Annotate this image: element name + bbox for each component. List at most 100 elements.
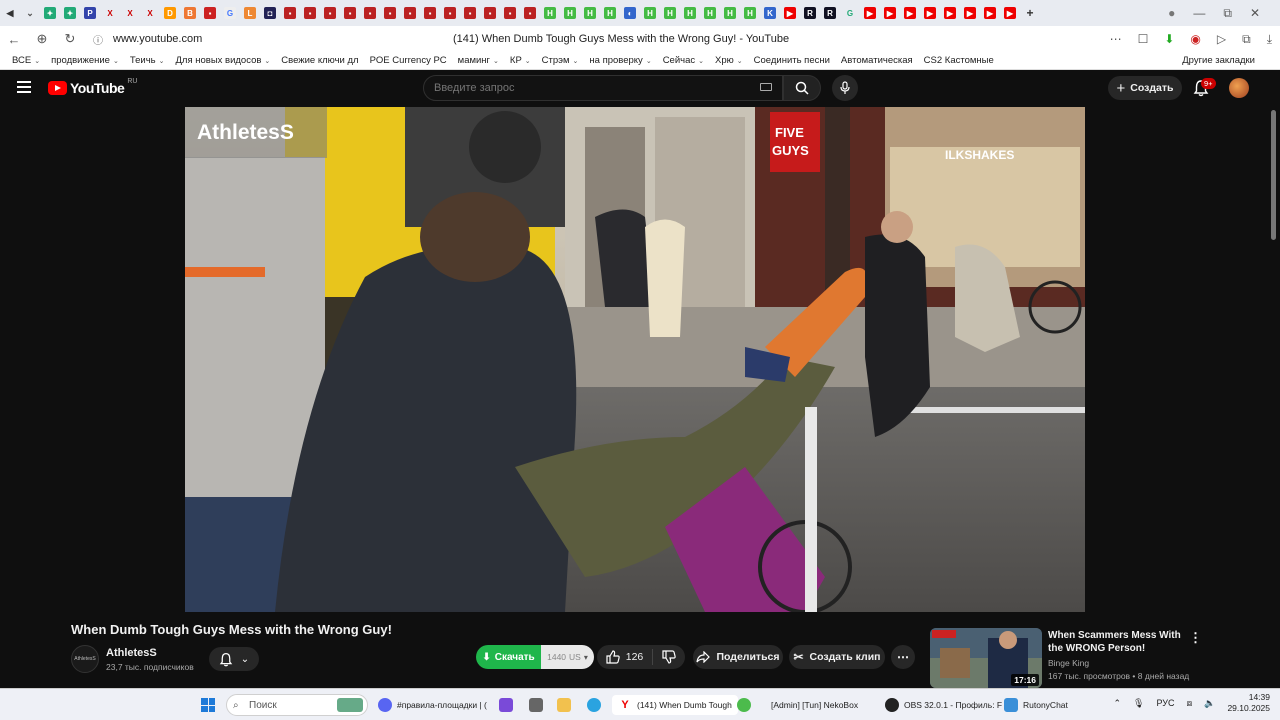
video-player[interactable]: ILKSHAKES FIVE GUYS AthletesS <box>185 107 1085 612</box>
taskbar-telegram[interactable] <box>587 695 601 715</box>
tab-favicon[interactable]: X <box>140 0 160 26</box>
share-button[interactable]: Поделиться <box>693 645 783 669</box>
reload-icon[interactable]: ↻ <box>56 31 84 47</box>
bookmark-item[interactable]: Теичь ⌄ <box>128 55 174 66</box>
extension-icon[interactable]: ◉ <box>1190 32 1200 47</box>
download-extension-icon[interactable]: ⬇ <box>1164 32 1174 47</box>
bookmark-item[interactable]: POE Currency PC <box>368 55 456 66</box>
tab-favicon[interactable]: H <box>560 0 580 26</box>
voice-search-button[interactable] <box>832 75 858 101</box>
other-bookmarks[interactable]: Другие закладки <box>1180 55 1264 66</box>
search-input[interactable] <box>424 76 744 100</box>
youtube-logo[interactable]: YouTube RU <box>48 78 137 96</box>
tab-favicon[interactable]: X <box>120 0 140 26</box>
tab-favicon[interactable]: ▪ <box>460 0 480 26</box>
downloads-icon[interactable]: ⤓ <box>1267 32 1272 47</box>
tab-favicon[interactable]: X <box>100 0 120 26</box>
user-avatar[interactable] <box>1229 78 1249 98</box>
page-scrollbar[interactable] <box>1271 110 1276 240</box>
bookmark-item[interactable]: Хрю ⌄ <box>713 55 752 66</box>
recommended-video-title[interactable]: When Scammers Mess With the WRONG Person… <box>1048 629 1188 655</box>
taskbar-obs[interactable]: OBS 32.0.1 - Профиль: F <box>885 695 1002 715</box>
taskbar-app[interactable] <box>529 695 543 715</box>
tab-favicon[interactable]: H <box>540 0 560 26</box>
new-tab-icon[interactable]: + <box>1020 0 1040 26</box>
menu-dots-icon[interactable]: ⋯ <box>1110 32 1122 47</box>
create-button[interactable]: + Создать <box>1108 76 1182 100</box>
audio-icon[interactable]: ◀ <box>0 0 20 26</box>
bookmark-item[interactable]: CS2 Кастомные <box>922 55 1003 66</box>
recommended-channel[interactable]: Binge King <box>1048 658 1089 668</box>
tab-favicon[interactable]: P <box>80 0 100 26</box>
site-info-icon[interactable]: ⓘ <box>84 32 112 47</box>
bookmark-item[interactable]: Автоматическая <box>839 55 922 66</box>
tab-favicon[interactable]: ▶ <box>960 0 980 26</box>
close-icon[interactable]: ✕ <box>1250 6 1260 20</box>
tab-favicon[interactable]: ▪ <box>340 0 360 26</box>
search-box[interactable] <box>423 75 783 101</box>
create-clip-button[interactable]: ✂ Создать клип <box>789 645 885 669</box>
minimize-icon[interactable]: — <box>1193 6 1205 20</box>
taskbar-browser[interactable]: Y (141) When Dumb Tough <box>612 695 738 715</box>
subscription-bell-button[interactable]: ⌄ <box>209 647 259 671</box>
tab-favicon[interactable]: H <box>720 0 740 26</box>
tab-favicon[interactable]: ▪ <box>500 0 520 26</box>
tab-favicon[interactable]: H <box>700 0 720 26</box>
taskbar-pen-app[interactable] <box>499 695 513 715</box>
tab-favicon[interactable]: R <box>800 0 820 26</box>
like-button[interactable]: 126 <box>597 649 653 665</box>
tab-favicon[interactable]: L <box>240 0 260 26</box>
media-icon[interactable]: ▷ <box>1217 32 1226 47</box>
tab-favicon[interactable]: R <box>820 0 840 26</box>
tab-favicon[interactable]: D <box>160 0 180 26</box>
tab-favicon[interactable]: B <box>180 0 200 26</box>
tray-expand-icon[interactable]: ⌃ <box>1113 698 1121 709</box>
download-quality-select[interactable]: 1440 US ▾ <box>541 645 594 669</box>
tab-favicon[interactable]: ▶ <box>920 0 940 26</box>
tab-favicon[interactable]: ▪ <box>320 0 340 26</box>
tab-favicon[interactable]: ▪ <box>440 0 460 26</box>
tab-favicon[interactable]: ◘ <box>260 0 280 26</box>
bookmark-item[interactable]: Свежие ключи дл <box>279 55 367 66</box>
tab-list-chevron-icon[interactable]: ⌄ <box>20 0 40 26</box>
dislike-button[interactable] <box>653 650 685 664</box>
tab-favicon[interactable]: H <box>740 0 760 26</box>
extension-icon[interactable]: ● <box>1168 6 1175 20</box>
extension-shield-icon[interactable]: ⊕ <box>28 31 56 47</box>
bookmark-item[interactable]: Для новых видосов ⌄ <box>173 55 279 66</box>
network-icon[interactable]: ⧈ <box>1187 698 1193 709</box>
microphone-icon[interactable]: 🎙 <box>1133 698 1144 709</box>
channel-name[interactable]: AthletesS <box>106 647 157 659</box>
recommended-video-thumbnail[interactable]: 17:16 <box>930 628 1042 688</box>
tab-favicon[interactable]: ▶ <box>940 0 960 26</box>
tab-favicon[interactable]: H <box>640 0 660 26</box>
tab-favicon[interactable]: ▪ <box>200 0 220 26</box>
keyboard-icon[interactable] <box>760 83 772 91</box>
tab-favicon[interactable]: H <box>580 0 600 26</box>
taskbar-discord[interactable]: #правила-площадки | ( <box>378 695 487 715</box>
clock[interactable]: 14:39 29.10.2025 <box>1227 692 1270 714</box>
tab-favicon[interactable]: ▶ <box>980 0 1000 26</box>
channel-avatar[interactable]: AthletesS <box>71 645 99 673</box>
tab-favicon[interactable]: ▶ <box>1000 0 1020 26</box>
url-text[interactable]: www.youtube.com <box>113 33 202 45</box>
tab-favicon[interactable]: ▶ <box>880 0 900 26</box>
language-indicator[interactable]: РУС <box>1156 698 1174 708</box>
tab-favicon[interactable]: ▪ <box>380 0 400 26</box>
taskbar-explorer[interactable] <box>557 695 571 715</box>
bookmark-item[interactable]: ВСЕ ⌄ <box>10 55 49 66</box>
tab-favicon[interactable]: ✦ <box>60 0 80 26</box>
volume-icon[interactable]: 🔈 <box>1204 698 1215 709</box>
tab-favicon[interactable]: K <box>760 0 780 26</box>
tab-favicon[interactable]: ▪ <box>480 0 500 26</box>
tab-favicon[interactable]: ✦ <box>40 0 60 26</box>
bookmark-item[interactable]: Сейчас ⌄ <box>661 55 713 66</box>
restore-icon[interactable]: ⧉ <box>1223 6 1232 21</box>
bookmark-item[interactable]: Стрэм ⌄ <box>540 55 588 66</box>
tab-favicon-active[interactable]: ▶ <box>860 0 880 26</box>
download-button[interactable]: ⬇ Скачать <box>476 645 541 669</box>
tab-favicon[interactable]: ▪ <box>400 0 420 26</box>
tab-favicon[interactable]: ▪ <box>300 0 320 26</box>
tab-favicon[interactable]: H <box>680 0 700 26</box>
tab-favicon[interactable]: ▪ <box>360 0 380 26</box>
